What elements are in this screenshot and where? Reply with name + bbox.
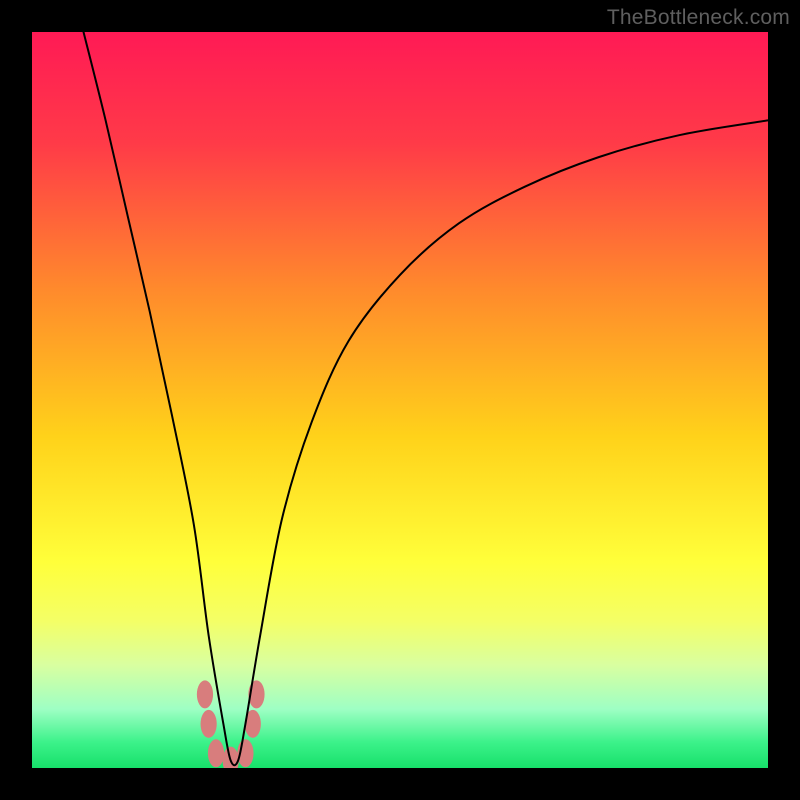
highlight-markers [197,680,265,768]
highlight-blob [208,739,224,767]
bottleneck-curve [84,32,768,765]
highlight-blob [197,680,213,708]
chart-frame: TheBottleneck.com [0,0,800,800]
plot-area [32,32,768,768]
curve-layer [32,32,768,768]
highlight-blob [201,710,217,738]
watermark-text: TheBottleneck.com [607,6,790,30]
